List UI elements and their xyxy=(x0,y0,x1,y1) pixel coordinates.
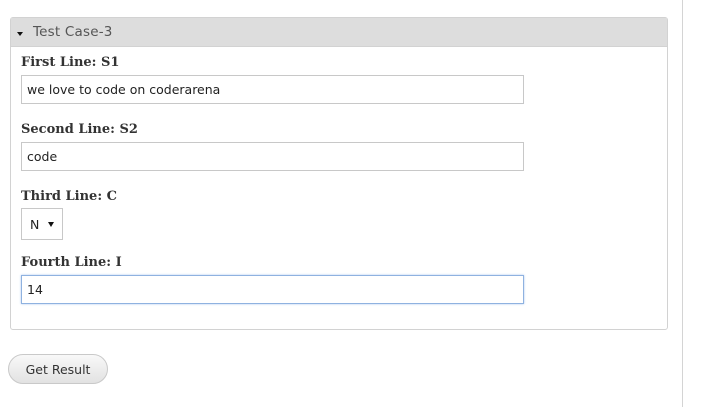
get-result-button[interactable]: Get Result xyxy=(8,354,108,384)
page: Test Case-3 First Line: S1 Second Line: … xyxy=(0,0,705,407)
first-line-label: First Line: S1 xyxy=(21,55,120,70)
first-line-input[interactable] xyxy=(21,75,524,104)
third-line-select[interactable]: N xyxy=(21,208,63,240)
divider xyxy=(682,0,683,407)
third-line-select-value: N xyxy=(30,216,40,232)
test-case-panel: Test Case-3 First Line: S1 Second Line: … xyxy=(10,17,668,330)
fourth-line-input[interactable] xyxy=(21,275,524,304)
collapse-caret-icon xyxy=(17,31,23,36)
second-line-label: Second Line: S2 xyxy=(21,122,138,137)
dropdown-arrow-icon xyxy=(48,221,55,227)
fourth-line-label: Fourth Line: I xyxy=(21,255,122,270)
third-line-label: Third Line: C xyxy=(21,189,118,204)
second-line-input[interactable] xyxy=(21,142,524,171)
test-case-header[interactable]: Test Case-3 xyxy=(11,18,667,47)
test-case-title: Test Case-3 xyxy=(33,24,113,40)
